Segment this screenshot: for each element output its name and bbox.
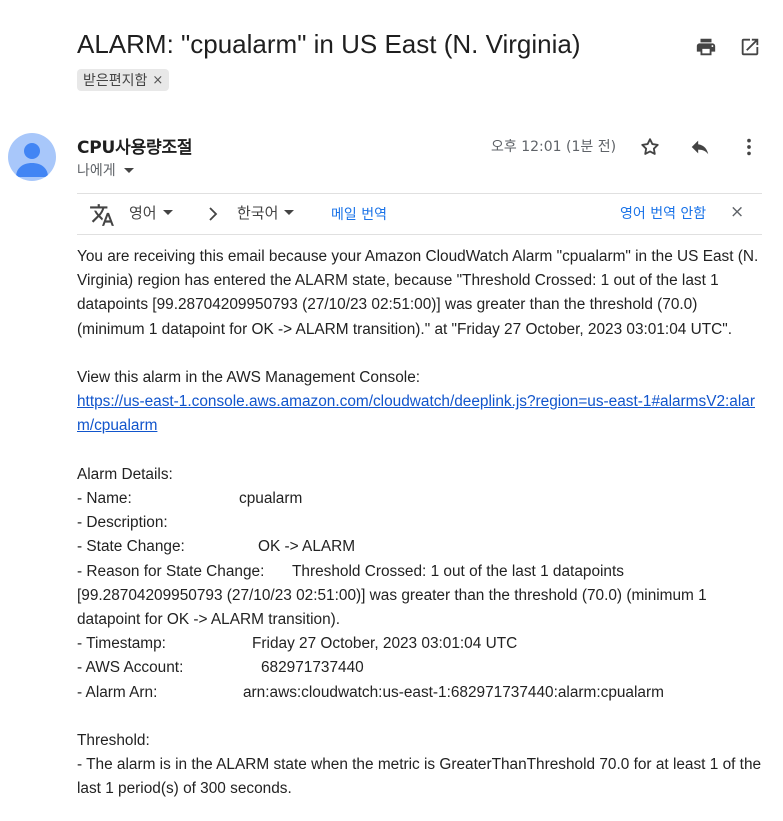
detail-value: arn:aws:cloudwatch:us-east-1:68297173744…: [243, 683, 664, 701]
reply-icon[interactable]: [688, 135, 712, 159]
detail-reason-row: - Reason for State Change: Threshold Cros…: [77, 560, 767, 633]
email-timestamp: 오후 12:01 (1분 전): [491, 139, 617, 155]
label-chip-inbox: 받은편지함 ×: [77, 69, 170, 91]
detail-description-row: - Description:: [77, 511, 767, 535]
detail-state-row: - State Change: OK -> ALARM: [77, 535, 767, 559]
source-language-select[interactable]: 영어: [129, 202, 173, 223]
detail-value: cpualarm: [239, 490, 303, 507]
detail-key: - Alarm Arn:: [77, 683, 158, 701]
detail-key: - Description:: [77, 514, 168, 532]
threshold-heading: Threshold:: [77, 732, 150, 750]
detail-account-row: - AWS Account: 682971737440: [77, 656, 767, 680]
target-language-label: 한국어: [237, 204, 279, 222]
recipient-label: 나에게: [77, 163, 116, 179]
close-translate-bar-button[interactable]: ×: [730, 202, 744, 222]
detail-timestamp-row: - Timestamp: Friday 27 October, 2023 03:0…: [77, 632, 767, 656]
detail-key: - Name:: [77, 490, 132, 507]
source-language-label: 영어: [129, 204, 157, 222]
printer-icon[interactable]: [694, 35, 718, 59]
target-language-select[interactable]: 한국어: [237, 202, 295, 223]
view-console-text: View this alarm in the AWS Management Co…: [77, 369, 421, 386]
detail-name-row: - Name: cpualarm: [77, 487, 767, 511]
detail-value: 682971737440: [261, 659, 364, 677]
intro-paragraph: You are receiving this email because you…: [77, 248, 759, 338]
star-icon[interactable]: [638, 135, 662, 159]
detail-value: OK -> ALARM: [258, 538, 356, 556]
chevron-down-icon: [123, 167, 134, 173]
chevron-down-icon: [162, 210, 173, 215]
translate-bar-bottom-divider: [77, 234, 762, 235]
email-subject: ALARM: "cpualarm" in US East (N. Virgini…: [77, 29, 581, 59]
detail-value: Friday 27 October, 2023 03:01:04 UTC: [252, 635, 518, 653]
remove-label-button[interactable]: ×: [152, 73, 163, 88]
translate-icon: [89, 202, 115, 233]
person-icon: [16, 143, 48, 177]
alarm-details-heading: Alarm Details:: [77, 465, 173, 483]
detail-arn-row: - Alarm Arn: arn:aws:cloudwatch:us-east-1…: [77, 681, 767, 705]
chevron-right-icon: [204, 204, 222, 229]
email-body: You are receiving this email because you…: [77, 245, 767, 802]
sender-avatar[interactable]: [8, 133, 56, 181]
detail-key: - State Change:: [77, 538, 185, 556]
translate-bar: 영어 한국어 메일 번역 영어 번역 안함 ×: [77, 194, 762, 234]
detail-key: - Reason for State Change:: [77, 562, 265, 580]
translate-message-link[interactable]: 메일 번역: [331, 204, 387, 224]
more-vertical-icon[interactable]: [737, 135, 761, 159]
label-chip-text: 받은편지함: [83, 73, 148, 89]
detail-key: - AWS Account:: [77, 659, 184, 677]
recipient-details-toggle[interactable]: 나에게: [77, 160, 134, 180]
open-in-new-window-icon[interactable]: [738, 35, 762, 59]
chevron-down-icon: [284, 210, 295, 215]
threshold-text: - The alarm is in the ALARM state when t…: [77, 756, 762, 798]
console-link[interactable]: https://us-east-1.console.aws.amazon.com…: [77, 393, 755, 434]
sender-name[interactable]: CPU사용량조절: [77, 133, 193, 158]
detail-key: - Timestamp:: [77, 635, 166, 653]
never-translate-link[interactable]: 영어 번역 안함: [620, 203, 706, 223]
